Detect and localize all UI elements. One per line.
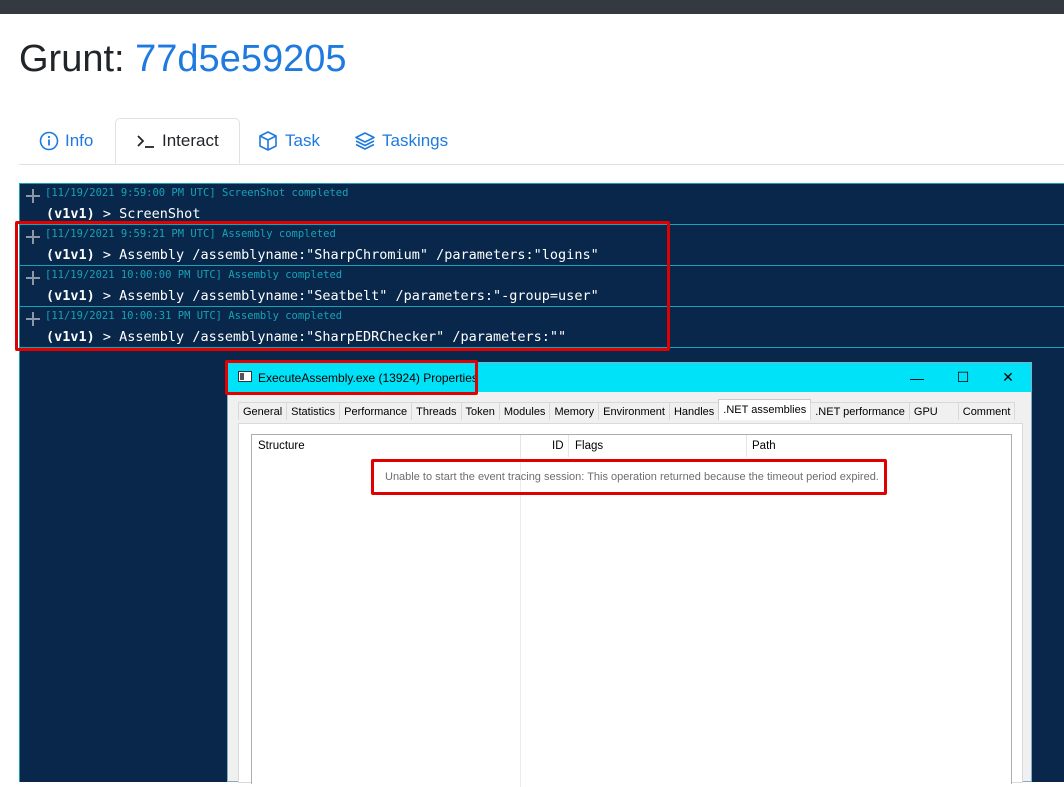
tab-memory[interactable]: Memory bbox=[549, 402, 600, 420]
expand-plus-icon[interactable] bbox=[25, 188, 41, 204]
tab-environment[interactable]: Environment bbox=[598, 402, 670, 420]
tab-general[interactable]: General bbox=[238, 402, 288, 420]
tab-net-assemblies[interactable]: .NET assemblies bbox=[718, 399, 812, 420]
close-button[interactable]: ✕ bbox=[985, 363, 1031, 392]
tab-taskings-label: Taskings bbox=[382, 131, 449, 150]
tab-performance[interactable]: Performance bbox=[339, 402, 413, 420]
console-entry-header: [11/19/2021 9:59:21 PM UTC] Assembly com… bbox=[45, 228, 336, 240]
column-separator[interactable] bbox=[746, 435, 747, 457]
tab-threads[interactable]: Threads bbox=[411, 402, 462, 420]
grunt-id: 77d5e59205 bbox=[135, 38, 347, 80]
expand-plus-icon[interactable] bbox=[25, 311, 41, 327]
tab-info-label: Info bbox=[65, 131, 94, 150]
page-title-prefix: Grunt: bbox=[19, 38, 136, 80]
expand-plus-icon[interactable] bbox=[25, 229, 41, 245]
column-separator[interactable] bbox=[568, 435, 569, 457]
tab-handles[interactable]: Handles bbox=[668, 402, 720, 420]
properties-tabs: General Statistics Performance Threads T… bbox=[238, 399, 1016, 421]
column-structure[interactable]: Structure bbox=[258, 435, 305, 457]
tab-net-performance[interactable]: .NET performance bbox=[810, 402, 910, 420]
info-circle-icon bbox=[39, 131, 59, 151]
console-user: (v1v1) bbox=[46, 288, 95, 304]
tab-task-label: Task bbox=[285, 131, 320, 150]
console-entry-header: [11/19/2021 9:59:00 PM UTC] ScreenShot c… bbox=[45, 187, 349, 199]
tab-modules[interactable]: Modules bbox=[498, 402, 551, 420]
console-command-text: > Assembly /assemblyname:"SharpEDRChecke… bbox=[94, 329, 567, 345]
console-entry: [11/19/2021 10:00:31 PM UTC] Assembly co… bbox=[20, 307, 1064, 348]
assemblies-list[interactable]: Structure ID Flags Path Unable to start … bbox=[251, 434, 1012, 787]
console-entry: [11/19/2021 9:59:00 PM UTC] ScreenShot c… bbox=[20, 184, 1064, 225]
console-user: (v1v1) bbox=[46, 206, 95, 222]
console-entry: [11/19/2021 10:00:00 PM UTC] Assembly co… bbox=[20, 266, 1064, 307]
console-entry-command: (v1v1) > Assembly /assemblyname:"Seatbel… bbox=[46, 288, 599, 304]
column-flags[interactable]: Flags bbox=[575, 435, 603, 457]
page-title: Grunt: 77d5e59205 bbox=[19, 36, 347, 82]
console-user: (v1v1) bbox=[46, 247, 95, 263]
column-path[interactable]: Path bbox=[752, 435, 776, 457]
tab-comment[interactable]: Comment bbox=[957, 402, 1016, 420]
tab-gpu[interactable]: GPU bbox=[908, 402, 959, 420]
tab-taskings[interactable]: Taskings bbox=[354, 118, 448, 164]
console-entry-header: [11/19/2021 10:00:00 PM UTC] Assembly co… bbox=[45, 269, 343, 281]
console-user: (v1v1) bbox=[46, 329, 95, 345]
grunt-tabs: Info Interact Task Taskings bbox=[19, 118, 1064, 165]
window-titlebar[interactable]: ExecuteAssembly.exe (13924) Properties —… bbox=[228, 363, 1031, 392]
console-entry-header: [11/19/2021 10:00:31 PM UTC] Assembly co… bbox=[45, 310, 343, 322]
console-command-text: > ScreenShot bbox=[94, 206, 201, 222]
cube-icon bbox=[259, 131, 277, 151]
column-separator[interactable] bbox=[520, 435, 521, 457]
net-assemblies-pane: Structure ID Flags Path Unable to start … bbox=[238, 423, 1023, 787]
properties-window: ExecuteAssembly.exe (13924) Properties —… bbox=[227, 362, 1032, 787]
window-app-icon bbox=[238, 371, 252, 382]
terminal-prompt-icon bbox=[137, 135, 154, 148]
top-navbar bbox=[0, 0, 1064, 14]
tab-interact[interactable]: Interact bbox=[115, 118, 240, 164]
console-command-text: > Assembly /assemblyname:"Seatbelt" /par… bbox=[94, 288, 599, 304]
tab-interact-label: Interact bbox=[162, 131, 219, 150]
column-id[interactable]: ID bbox=[552, 435, 564, 457]
layers-icon bbox=[355, 132, 375, 150]
maximize-button[interactable]: ☐ bbox=[940, 363, 986, 392]
tab-task[interactable]: Task bbox=[257, 118, 320, 164]
console-entry-command: (v1v1) > Assembly /assemblyname:"SharpCh… bbox=[46, 247, 599, 263]
console-entry-command: (v1v1) > Assembly /assemblyname:"SharpED… bbox=[46, 329, 566, 345]
window-title: ExecuteAssembly.exe (13924) Properties bbox=[258, 371, 478, 385]
tab-info[interactable]: Info bbox=[39, 118, 93, 164]
tab-token[interactable]: Token bbox=[460, 402, 500, 420]
error-message: Unable to start the event tracing sessio… bbox=[385, 471, 879, 483]
tab-statistics[interactable]: Statistics bbox=[286, 402, 341, 420]
minimize-button[interactable]: — bbox=[894, 363, 940, 392]
expand-plus-icon[interactable] bbox=[25, 270, 41, 286]
console-entry-command: (v1v1) > ScreenShot bbox=[46, 206, 200, 222]
structure-divider bbox=[520, 457, 521, 787]
console-entry: [11/19/2021 9:59:21 PM UTC] Assembly com… bbox=[20, 225, 1064, 266]
console-command-text: > Assembly /assemblyname:"SharpChromium"… bbox=[94, 247, 599, 263]
